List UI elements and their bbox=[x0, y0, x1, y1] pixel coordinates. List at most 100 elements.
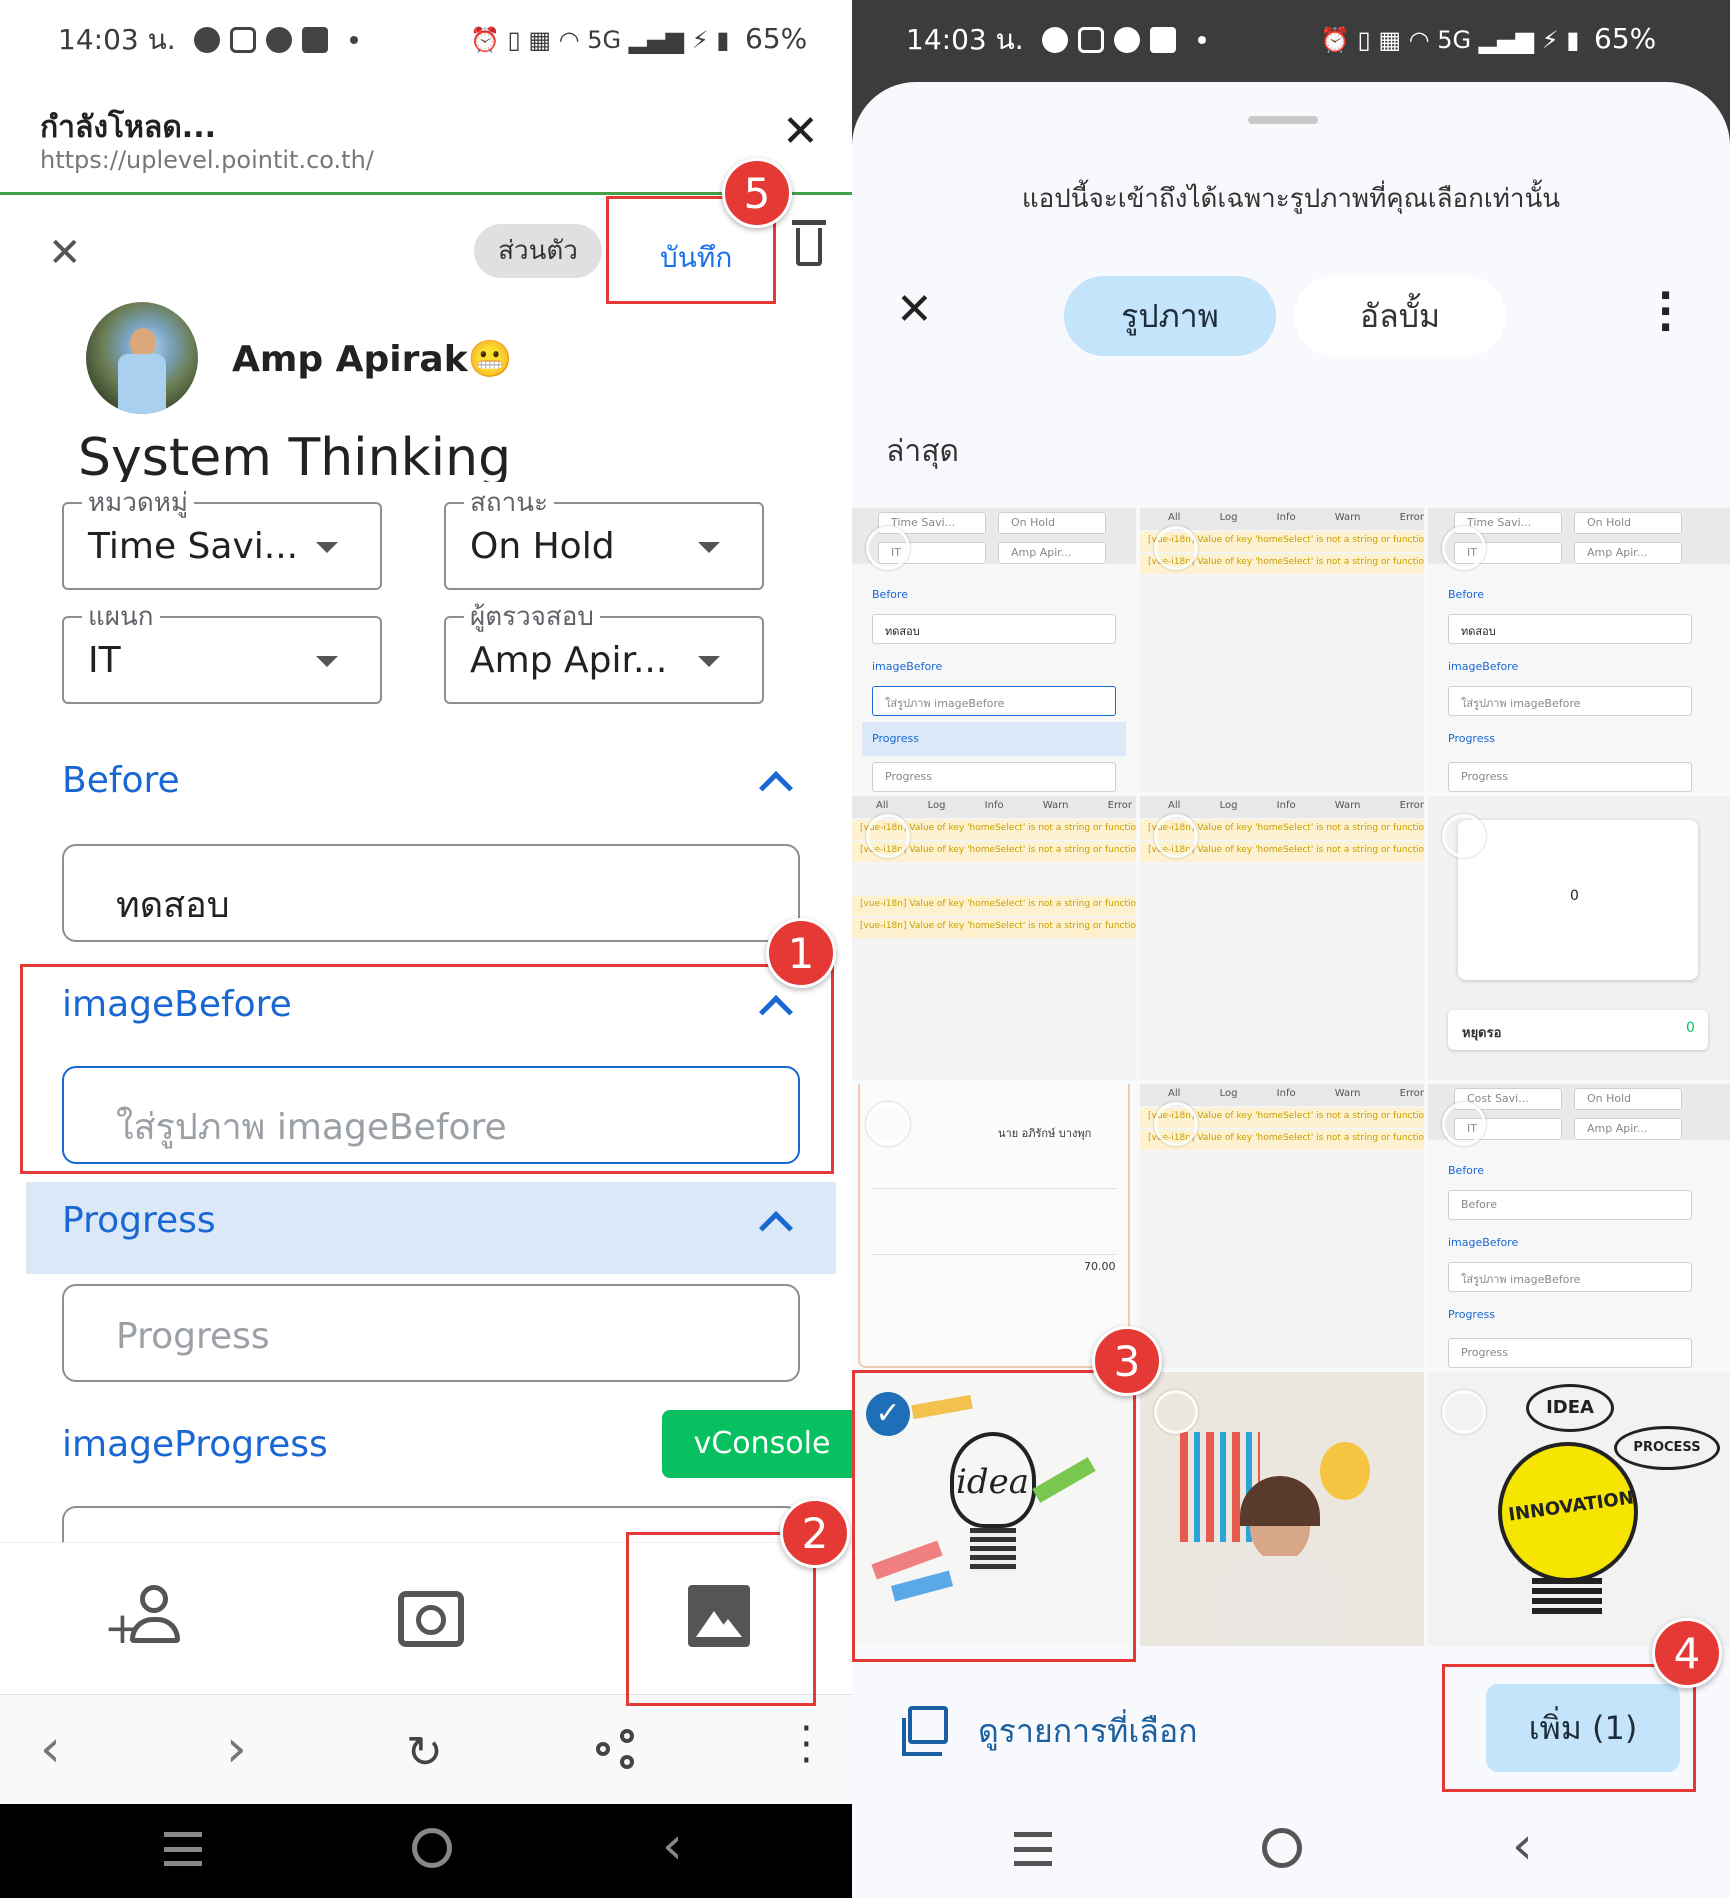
select-circle[interactable] bbox=[866, 526, 910, 570]
annotation-badge-3: 3 bbox=[1092, 1326, 1162, 1396]
thumb-text: imageBefore bbox=[1448, 1236, 1519, 1249]
thumb-text: imageBefore bbox=[872, 660, 943, 673]
select-circle[interactable] bbox=[1154, 526, 1198, 570]
select-circle[interactable] bbox=[866, 1102, 910, 1146]
select-circle[interactable] bbox=[1442, 526, 1486, 570]
log-tabs: All Log Info Warn Error bbox=[1168, 512, 1424, 523]
browser-url[interactable]: https://uplevel.pointit.co.th/ bbox=[40, 146, 374, 174]
thumb-text: Progress bbox=[872, 732, 919, 745]
share-icon[interactable] bbox=[596, 1729, 636, 1769]
tab-albums[interactable]: อัลบั้ม bbox=[1294, 276, 1506, 356]
vconsole-button[interactable]: vConsole bbox=[662, 1410, 852, 1478]
status-label: สถานะ bbox=[464, 482, 554, 523]
status-time: 14:03 น. bbox=[58, 23, 176, 56]
network-label: 5G bbox=[1437, 26, 1472, 54]
thumb-text: 0 bbox=[1686, 1020, 1695, 1036]
close-form-icon[interactable]: ✕ bbox=[48, 230, 82, 276]
more-vert-icon[interactable]: · · · bbox=[800, 1709, 813, 1781]
department-label: แผนก bbox=[82, 596, 160, 637]
instagram-icon bbox=[1077, 27, 1104, 53]
network-label: 5G bbox=[587, 26, 622, 54]
photo-thumb-innovation[interactable]: INNOVATION IDEA PROCESS bbox=[1428, 1372, 1730, 1646]
avatar bbox=[86, 302, 198, 414]
photo-thumb-4[interactable]: All Log Info Warn Error [vue-i18n] Value… bbox=[852, 796, 1136, 1080]
browser-toolbar: ‹ › ↻ · · · bbox=[0, 1694, 852, 1804]
progress-input[interactable]: Progress bbox=[62, 1284, 800, 1382]
add-person-icon[interactable]: + bbox=[104, 1585, 184, 1655]
status-select[interactable]: สถานะ On Hold bbox=[444, 482, 764, 590]
photo-thumb-woman[interactable] bbox=[1140, 1372, 1424, 1646]
annotation-badge-5: 5 bbox=[722, 158, 792, 228]
view-selected-icon[interactable] bbox=[902, 1706, 948, 1756]
annotation-box-gallery bbox=[626, 1532, 816, 1706]
home-icon[interactable] bbox=[1262, 1828, 1302, 1868]
thumb-text: Amp Apir... bbox=[1574, 542, 1682, 564]
select-circle[interactable] bbox=[1442, 1102, 1486, 1146]
category-select[interactable]: หมวดหมู่ Time Savi... bbox=[62, 482, 382, 590]
select-circle[interactable] bbox=[866, 814, 910, 858]
back-icon[interactable]: ‹ bbox=[40, 1719, 61, 1779]
right-screen: 14:03 น. ⏰ ▯ ▦ ◠ 5G ▂▄▆ ⚡ ▮ 65% แอปนี้จะ… bbox=[852, 0, 1730, 1898]
before-section-title[interactable]: Before bbox=[62, 760, 180, 801]
reviewer-select[interactable]: ผู้ตรวจสอบ Amp Apir... bbox=[444, 596, 764, 704]
battery-label: 65% bbox=[1594, 22, 1657, 55]
select-circle[interactable] bbox=[1442, 1390, 1486, 1434]
close-icon[interactable]: ✕ bbox=[782, 110, 819, 154]
forward-icon[interactable]: › bbox=[226, 1719, 247, 1779]
select-circle[interactable] bbox=[1154, 1102, 1198, 1146]
annotation-badge-4: 4 bbox=[1652, 1618, 1722, 1688]
instagram-icon bbox=[229, 27, 256, 53]
system-back-icon[interactable]: ‹ bbox=[1512, 1816, 1533, 1876]
tab-photos[interactable]: รูปภาพ bbox=[1064, 276, 1276, 356]
recents-icon[interactable] bbox=[164, 1832, 202, 1866]
thumb-text: On Hold bbox=[1574, 512, 1682, 534]
department-select[interactable]: แผนก IT bbox=[62, 596, 382, 704]
thumb-text: Progress bbox=[872, 762, 1116, 792]
close-picker-icon[interactable]: ✕ bbox=[896, 288, 933, 332]
select-circle[interactable] bbox=[1442, 814, 1486, 858]
thumb-text: Before bbox=[1448, 588, 1484, 601]
image-progress-section-title[interactable]: imageProgress bbox=[62, 1424, 328, 1465]
thumb-text: นาย อภิรักษ์ บางพุก bbox=[998, 1127, 1092, 1140]
annotation-badge-1: 1 bbox=[766, 918, 836, 988]
status-icons: ⏰ ▯ ▦ ◠ 5G ▂▄▆ ⚡ ▮ bbox=[1320, 26, 1580, 54]
thumb-text: Amp Apir... bbox=[1574, 1118, 1682, 1140]
status-value: On Hold bbox=[470, 526, 615, 567]
system-nav-bar: ‹ bbox=[852, 1800, 1730, 1898]
annotation-badge-2: 2 bbox=[780, 1498, 850, 1568]
dropdown-arrow-icon bbox=[316, 542, 338, 553]
dot-icon bbox=[349, 36, 358, 44]
progress-section-title[interactable]: Progress bbox=[62, 1200, 216, 1241]
select-circle[interactable] bbox=[1154, 1390, 1198, 1434]
photo-thumb-9[interactable]: Cost Savi... On Hold IT Amp Apir... Befo… bbox=[1428, 1084, 1730, 1368]
thumb-text: On Hold bbox=[1574, 1088, 1682, 1110]
privacy-chip[interactable]: ส่วนตัว bbox=[474, 224, 602, 278]
reviewer-label: ผู้ตรวจสอบ bbox=[464, 596, 600, 637]
photo-thumb-8[interactable]: All Log Info Warn Error [vue-i18n] Value… bbox=[1140, 1084, 1424, 1368]
chevron-up-icon[interactable] bbox=[759, 771, 793, 805]
select-circle[interactable] bbox=[1154, 814, 1198, 858]
drag-handle[interactable] bbox=[1248, 116, 1318, 124]
home-icon[interactable] bbox=[412, 1828, 452, 1868]
section-recent: ล่าสุด bbox=[886, 434, 960, 469]
browser-title: กำลังโหลด... bbox=[40, 110, 216, 145]
photo-thumb-6[interactable]: 0 หยุดรอ 0 bbox=[1428, 796, 1730, 1080]
recents-icon[interactable] bbox=[1014, 1832, 1052, 1866]
photo-thumb-5[interactable]: All Log Info Warn Error [vue-i18n] Value… bbox=[1140, 796, 1424, 1080]
thumb-text: Progress bbox=[1448, 762, 1692, 792]
dropdown-arrow-icon bbox=[698, 542, 720, 553]
photo-thumb-7[interactable]: นาย อภิรักษ์ บางพุก 70.00 bbox=[852, 1084, 1136, 1368]
trash-icon[interactable] bbox=[792, 220, 826, 266]
before-input[interactable]: ทดสอบ bbox=[62, 844, 800, 942]
more-vert-icon[interactable]: · · · bbox=[1658, 276, 1673, 348]
photo-thumb-3[interactable]: Time Savi... On Hold IT Amp Apir... Befo… bbox=[1428, 508, 1730, 792]
department-value: IT bbox=[88, 640, 121, 681]
system-back-icon[interactable]: ‹ bbox=[662, 1816, 683, 1876]
photo-thumb-2[interactable]: All Log Info Warn Error [vue-i18n] Value… bbox=[1140, 508, 1424, 792]
log-tabs: All Log Info Warn Error bbox=[1168, 1088, 1424, 1099]
thumb-text: 70.00 bbox=[1084, 1260, 1116, 1273]
photo-thumb-1[interactable]: Time Savi... On Hold IT Amp Apir... Befo… bbox=[852, 508, 1136, 792]
view-selected-link[interactable]: ดูรายการที่เลือก bbox=[978, 1706, 1197, 1757]
reload-icon[interactable]: ↻ bbox=[406, 1727, 443, 1778]
camera-icon[interactable] bbox=[398, 1591, 464, 1647]
